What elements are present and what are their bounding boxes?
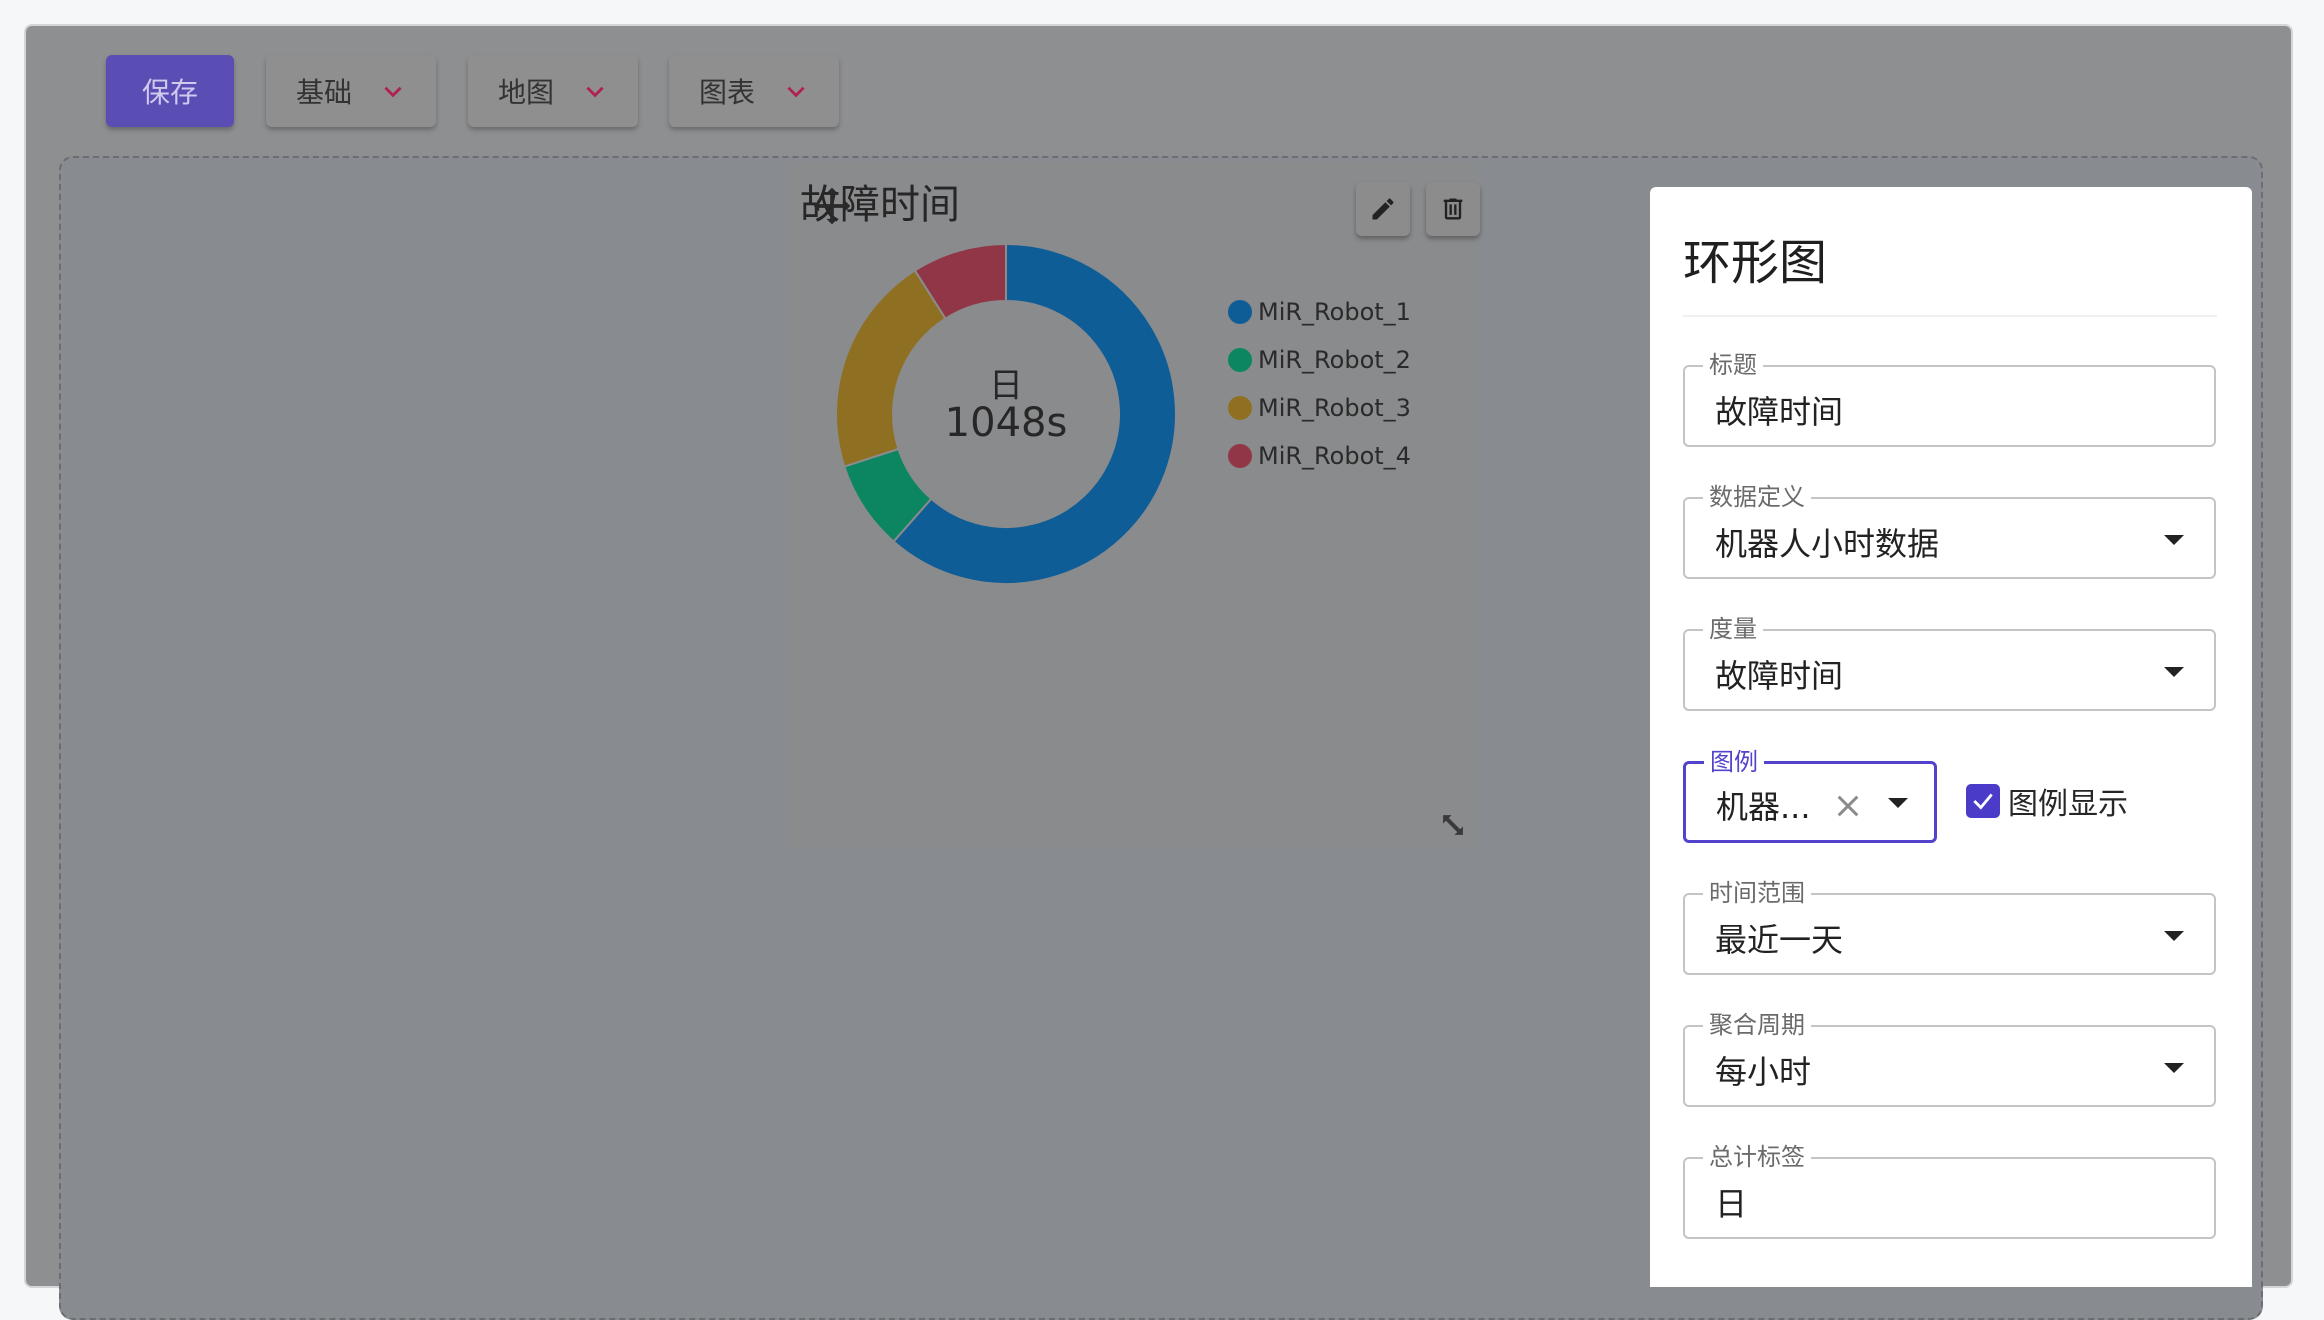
- total-label-field[interactable]: 总计标签 日: [1683, 1143, 2216, 1239]
- legend-label: MiR_Robot_2: [1258, 346, 1411, 374]
- clear-icon[interactable]: [1832, 790, 1864, 822]
- panel-title: 环形图: [1683, 235, 1828, 291]
- aggregation-period-value: 每小时: [1715, 1053, 1812, 1091]
- legend-select-value: 机器...: [1716, 788, 1811, 826]
- legend-select-label: 图例: [1704, 748, 1764, 776]
- title-field-label: 标题: [1703, 351, 1763, 379]
- legend-item[interactable]: MiR_Robot_3: [1228, 384, 1411, 432]
- resize-icon[interactable]: [1436, 808, 1470, 842]
- aggregation-period-select[interactable]: 聚合周期 每小时: [1683, 1011, 2216, 1107]
- legend-show-label: 图例显示: [2008, 787, 2128, 822]
- chart-menu-button[interactable]: 图表: [669, 55, 839, 127]
- legend-label: MiR_Robot_3: [1258, 394, 1411, 422]
- aggregation-period-label: 聚合周期: [1703, 1011, 1811, 1039]
- metric-select[interactable]: 度量 故障时间: [1683, 615, 2216, 711]
- legend-marker: [1228, 444, 1252, 468]
- move-icon[interactable]: [810, 184, 854, 228]
- time-range-label: 时间范围: [1703, 879, 1811, 907]
- dropdown-arrow-icon: [2164, 667, 2184, 677]
- legend-marker: [1228, 300, 1252, 324]
- dropdown-arrow-icon: [1888, 798, 1908, 808]
- legend-item[interactable]: MiR_Robot_2: [1228, 336, 1411, 384]
- metric-value: 故障时间: [1715, 657, 1844, 695]
- legend-select[interactable]: 图例 机器...: [1683, 748, 1937, 843]
- legend-marker: [1228, 396, 1252, 420]
- title-field-value: 故障时间: [1715, 393, 1844, 431]
- dropdown-arrow-icon: [2164, 535, 2184, 545]
- donut-chart-widget[interactable]: 故障时间 日 1048s MiR_Robot_1 MiR_Robot_2 MiR…: [788, 162, 1480, 848]
- donut-chart: 日 1048s: [826, 234, 1186, 594]
- time-range-value: 最近一天: [1715, 921, 1844, 959]
- title-field[interactable]: 标题 故障时间: [1683, 351, 2216, 447]
- save-button[interactable]: 保存: [106, 55, 234, 127]
- chart-menu-label: 图表: [698, 76, 755, 109]
- legend-label: MiR_Robot_1: [1258, 298, 1411, 326]
- donut-center-value: 1048s: [944, 400, 1068, 446]
- time-range-select[interactable]: 时间范围 最近一天: [1683, 879, 2216, 975]
- chevron-down-icon: [384, 86, 402, 98]
- legend-show-checkbox[interactable]: [1966, 784, 2000, 818]
- pencil-icon: [1372, 198, 1394, 220]
- data-definition-select[interactable]: 数据定义 机器人小时数据: [1683, 483, 2216, 579]
- dropdown-arrow-icon: [2164, 931, 2184, 941]
- total-label-field-label: 总计标签: [1703, 1143, 1811, 1171]
- dropdown-arrow-icon: [2164, 1063, 2184, 1073]
- data-definition-label: 数据定义: [1703, 483, 1811, 511]
- legend-item[interactable]: MiR_Robot_4: [1228, 432, 1411, 480]
- data-definition-value: 机器人小时数据: [1715, 525, 1940, 563]
- legend-show-checkbox-row[interactable]: 图例显示: [1966, 779, 2128, 823]
- delete-button[interactable]: [1426, 182, 1480, 236]
- map-menu-label: 地图: [497, 76, 554, 109]
- chart-legend: MiR_Robot_1 MiR_Robot_2 MiR_Robot_3 MiR_…: [1228, 288, 1411, 480]
- basic-menu-label: 基础: [295, 76, 352, 109]
- legend-marker: [1228, 348, 1252, 372]
- edit-button[interactable]: [1356, 182, 1410, 236]
- checkmark-icon: [1973, 793, 1993, 810]
- total-label-field-value: 日: [1715, 1185, 1748, 1223]
- trash-icon: [1443, 198, 1463, 220]
- settings-panel: 环形图 标题 故障时间 数据定义 机器人小时数据 度量 故障时间 图例 机器..…: [1650, 187, 2252, 1287]
- save-button-label: 保存: [141, 76, 198, 109]
- metric-label: 度量: [1703, 615, 1763, 643]
- map-menu-button[interactable]: 地图: [468, 55, 638, 127]
- chevron-down-icon: [586, 86, 604, 98]
- legend-item[interactable]: MiR_Robot_1: [1228, 288, 1411, 336]
- divider: [1683, 315, 2217, 317]
- chevron-down-icon: [787, 86, 805, 98]
- legend-label: MiR_Robot_4: [1258, 442, 1411, 470]
- basic-menu-button[interactable]: 基础: [266, 55, 436, 127]
